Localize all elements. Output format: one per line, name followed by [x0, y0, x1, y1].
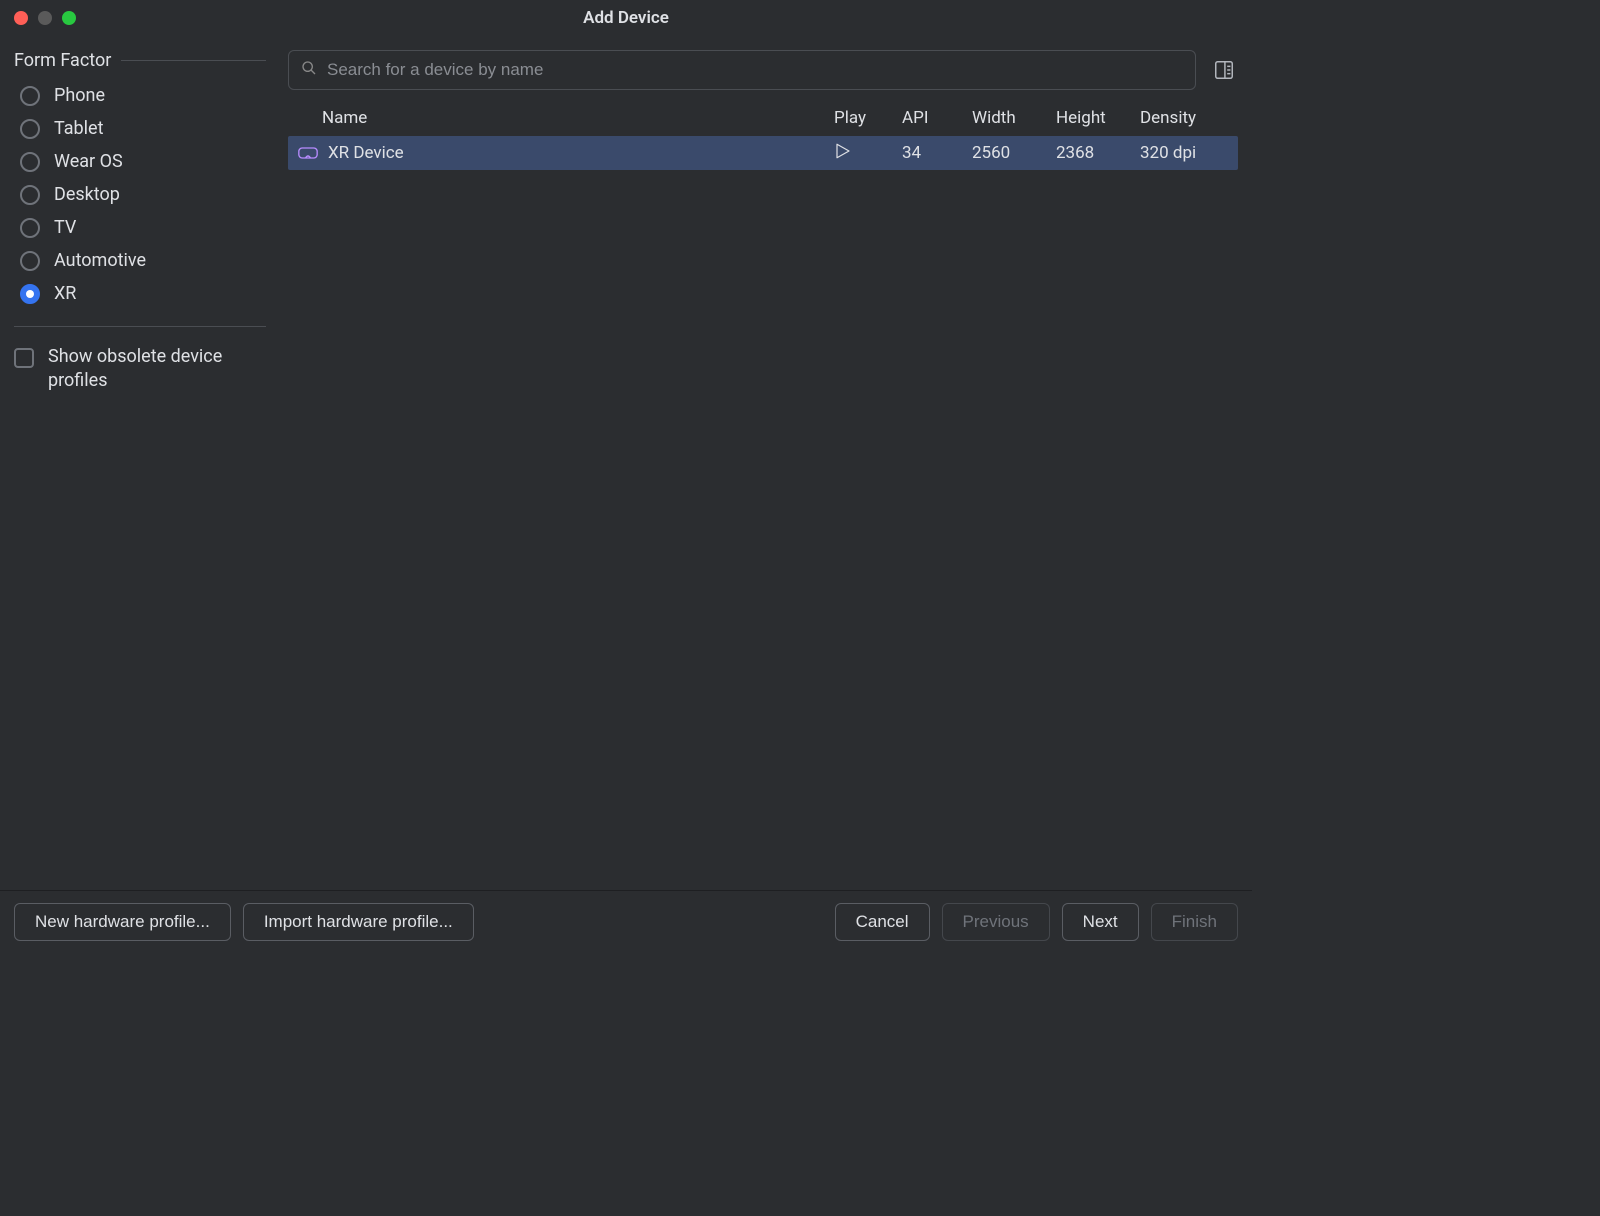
- next-button[interactable]: Next: [1062, 903, 1139, 941]
- cancel-button[interactable]: Cancel: [835, 903, 930, 941]
- import-hardware-profile-button[interactable]: Import hardware profile...: [243, 903, 474, 941]
- form-factor-radio-automotive[interactable]: Automotive: [20, 250, 266, 271]
- footer: New hardware profile... Import hardware …: [0, 890, 1252, 952]
- traffic-lights: [14, 11, 76, 25]
- search-icon: [301, 60, 317, 81]
- cell-height: 2368: [1056, 143, 1140, 163]
- cell-api: 34: [902, 143, 972, 163]
- cell-density: 320 dpi: [1140, 143, 1238, 163]
- checkbox-label: Show obsolete device profiles: [48, 345, 266, 394]
- column-height[interactable]: Height: [1056, 108, 1140, 128]
- form-factor-title: Form Factor: [14, 50, 111, 71]
- radio-icon: [20, 218, 40, 238]
- table-header: Name Play API Width Height Density: [288, 100, 1238, 136]
- radio-label: TV: [54, 217, 76, 238]
- footer-right: Cancel Previous Next Finish: [835, 903, 1238, 941]
- play-store-icon: [834, 142, 852, 165]
- search-row: [288, 50, 1238, 90]
- form-factor-radio-xr[interactable]: XR: [20, 283, 266, 304]
- form-factor-radio-wearos[interactable]: Wear OS: [20, 151, 266, 172]
- radio-icon: [20, 86, 40, 106]
- column-density[interactable]: Density: [1140, 108, 1238, 128]
- maximize-window-button[interactable]: [62, 11, 76, 25]
- checkbox-icon: [14, 348, 34, 368]
- cell-play: [834, 142, 902, 165]
- add-device-window: Add Device Form Factor Phone Tablet Wear…: [0, 0, 1252, 952]
- radio-label: XR: [54, 283, 76, 304]
- radio-label: Automotive: [54, 250, 146, 271]
- form-factor-radio-list: Phone Tablet Wear OS Desktop TV: [14, 85, 266, 304]
- form-factor-radio-phone[interactable]: Phone: [20, 85, 266, 106]
- toggle-details-button[interactable]: [1210, 56, 1238, 84]
- cell-name: XR Device: [288, 143, 834, 163]
- device-table: Name Play API Width Height Density: [288, 100, 1238, 890]
- content-area: Form Factor Phone Tablet Wear OS: [0, 36, 1252, 890]
- sidebar-divider: [14, 326, 266, 327]
- form-factor-radio-desktop[interactable]: Desktop: [20, 184, 266, 205]
- close-window-button[interactable]: [14, 11, 28, 25]
- search-box[interactable]: [288, 50, 1196, 90]
- minimize-window-button[interactable]: [38, 11, 52, 25]
- table-row[interactable]: XR Device 34 2560 2368 320 dpi: [288, 136, 1238, 170]
- column-name[interactable]: Name: [288, 108, 834, 128]
- form-factor-radio-tv[interactable]: TV: [20, 217, 266, 238]
- new-hardware-profile-button[interactable]: New hardware profile...: [14, 903, 231, 941]
- radio-label: Tablet: [54, 118, 103, 139]
- radio-label: Wear OS: [54, 151, 123, 172]
- main-panel: Name Play API Width Height Density: [280, 36, 1252, 890]
- radio-label: Phone: [54, 85, 105, 106]
- titlebar: Add Device: [0, 0, 1252, 36]
- radio-label: Desktop: [54, 184, 120, 205]
- radio-icon: [20, 284, 40, 304]
- search-input[interactable]: [327, 60, 1183, 80]
- footer-left: New hardware profile... Import hardware …: [14, 903, 474, 941]
- column-api[interactable]: API: [902, 108, 972, 128]
- previous-button[interactable]: Previous: [942, 903, 1050, 941]
- form-factor-radio-tablet[interactable]: Tablet: [20, 118, 266, 139]
- finish-button[interactable]: Finish: [1151, 903, 1238, 941]
- cell-width: 2560: [972, 143, 1056, 163]
- window-title: Add Device: [583, 8, 669, 28]
- radio-icon: [20, 251, 40, 271]
- cell-name-text: XR Device: [328, 143, 404, 163]
- radio-icon: [20, 185, 40, 205]
- form-factor-section-header: Form Factor: [14, 50, 266, 71]
- xr-device-icon: [298, 146, 318, 160]
- section-divider-line: [121, 60, 266, 61]
- sidebar: Form Factor Phone Tablet Wear OS: [0, 36, 280, 890]
- column-width[interactable]: Width: [972, 108, 1056, 128]
- radio-icon: [20, 119, 40, 139]
- radio-icon: [20, 152, 40, 172]
- show-obsolete-checkbox[interactable]: Show obsolete device profiles: [14, 345, 266, 394]
- column-play[interactable]: Play: [834, 108, 902, 128]
